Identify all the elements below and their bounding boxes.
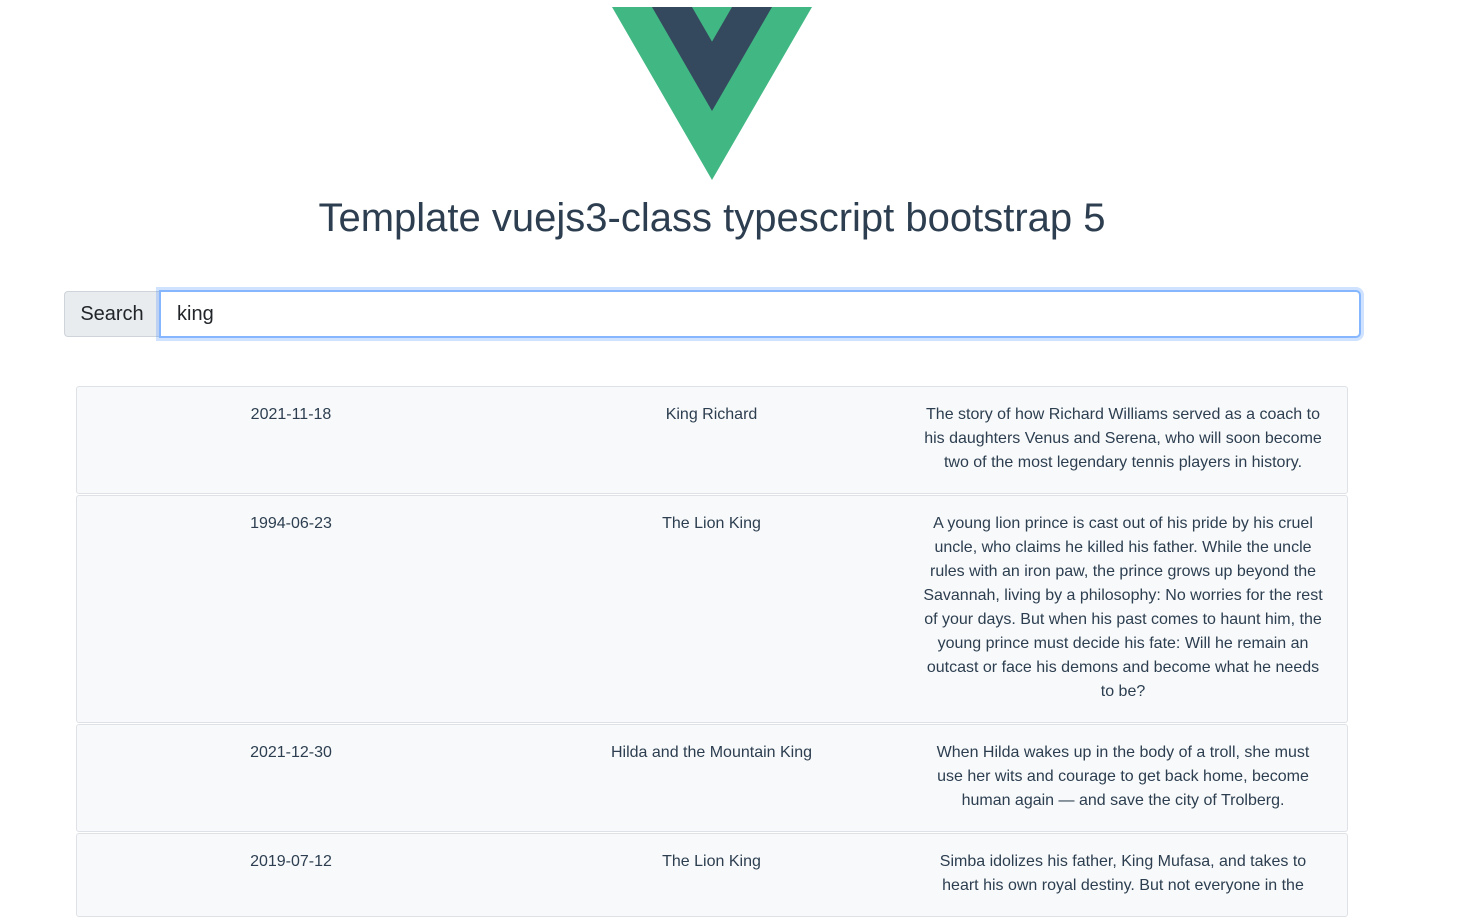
movie-results-list: 2021-11-18 King Richard The story of how… bbox=[76, 386, 1348, 918]
vue-logo-icon bbox=[612, 7, 812, 180]
movie-title: King Richard bbox=[665, 406, 758, 423]
search-label: Search bbox=[64, 291, 159, 337]
release-date: 1994-06-23 bbox=[250, 515, 332, 532]
movie-description: The story of how Richard Williams served… bbox=[924, 406, 1322, 471]
list-item: 2021-12-30 Hilda and the Mountain King W… bbox=[76, 724, 1348, 832]
movie-description: A young lion prince is cast out of his p… bbox=[923, 515, 1323, 700]
search-group: Search bbox=[64, 290, 1361, 338]
release-date: 2021-12-30 bbox=[250, 744, 332, 761]
search-input[interactable] bbox=[159, 290, 1361, 338]
movie-description: When Hilda wakes up in the body of a tro… bbox=[936, 744, 1310, 809]
vue-logo bbox=[612, 7, 812, 180]
list-item: 2021-11-18 King Richard The story of how… bbox=[76, 386, 1348, 494]
movie-title: The Lion King bbox=[662, 515, 761, 532]
list-item: 2019-07-12 The Lion King Simba idolizes … bbox=[76, 833, 1348, 917]
movie-title: Hilda and the Mountain King bbox=[610, 744, 813, 761]
movie-title: The Lion King bbox=[662, 853, 761, 870]
page-title: Template vuejs3-class typescript bootstr… bbox=[318, 196, 1106, 240]
release-date: 2021-11-18 bbox=[250, 406, 332, 423]
list-item: 1994-06-23 The Lion King A young lion pr… bbox=[76, 495, 1348, 723]
movie-description: Simba idolizes his father, King Mufasa, … bbox=[939, 853, 1307, 894]
release-date: 2019-07-12 bbox=[250, 853, 332, 870]
